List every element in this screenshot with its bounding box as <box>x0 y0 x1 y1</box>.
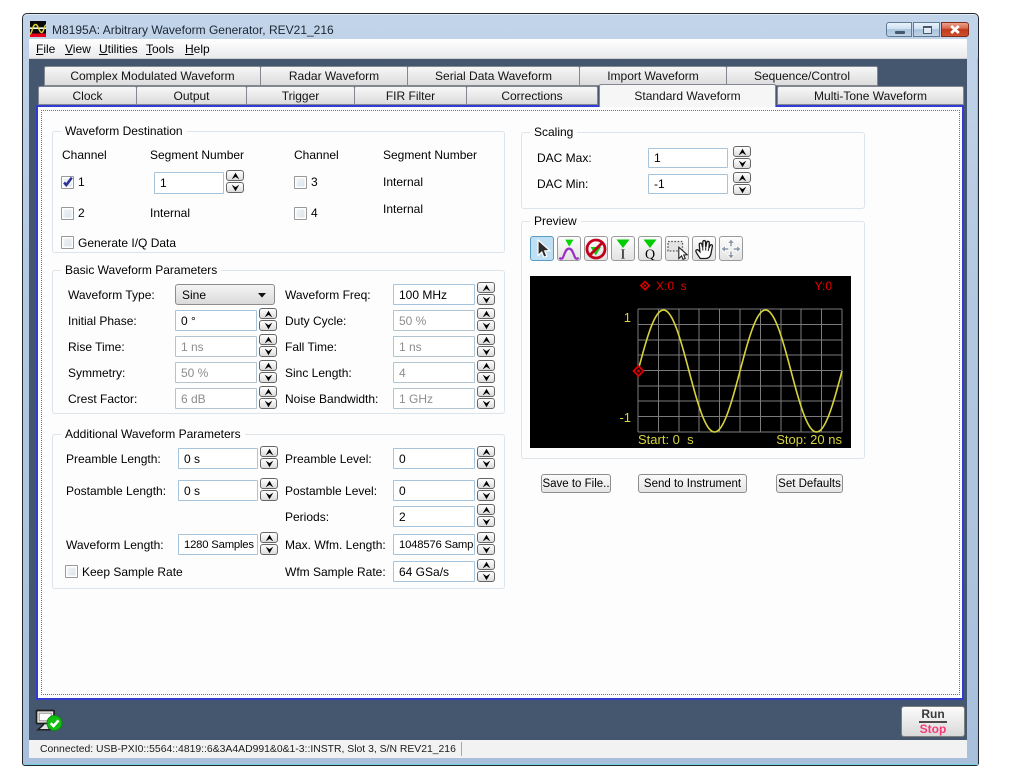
svg-text:1: 1 <box>624 310 631 325</box>
svg-text:X:0 s: X:0 s <box>656 279 687 293</box>
svg-text:Q: Q <box>645 247 655 260</box>
svg-text:I: I <box>621 247 626 260</box>
svg-text:Start: 0 s: Start: 0 s <box>638 432 694 447</box>
svg-text:Stop: 20 ns: Stop: 20 ns <box>776 432 842 447</box>
svg-text:Y:0: Y:0 <box>815 279 833 293</box>
svg-text:-1: -1 <box>619 410 631 425</box>
